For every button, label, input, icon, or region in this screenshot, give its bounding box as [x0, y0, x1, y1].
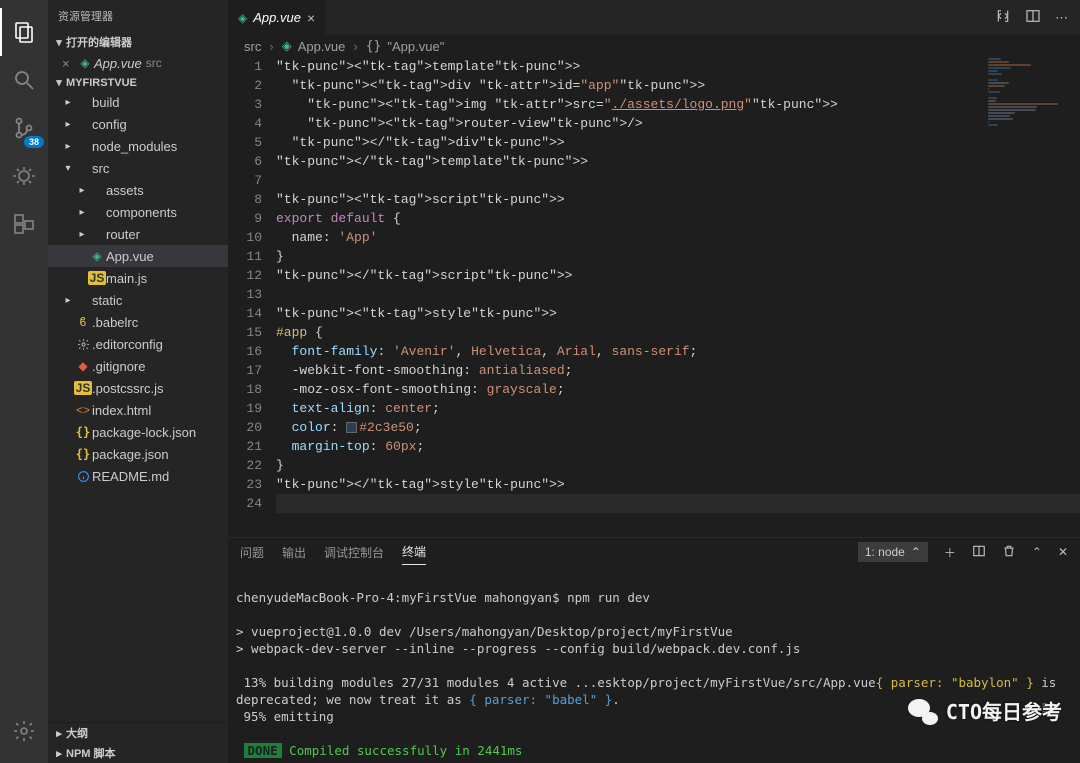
- settings-gear-icon[interactable]: [0, 707, 48, 755]
- code-content[interactable]: "tk-punc"><"tk-tag">template"tk-punc">> …: [276, 57, 1080, 537]
- chevron-right-icon: ›: [353, 39, 357, 54]
- file-tree: ▸build▸config▸node_modules▾src▸assets▸co…: [48, 91, 228, 722]
- file-item[interactable]: {}package.json: [48, 443, 228, 465]
- chevron-right-icon: ▸: [52, 727, 66, 740]
- json-icon: {}: [74, 425, 92, 439]
- folder-item[interactable]: ▸build: [48, 91, 228, 113]
- explorer-sidebar: 资源管理器 ▾ 打开的编辑器 × ◈ App.vue src ▾ MYFIRST…: [48, 0, 228, 763]
- minimap[interactable]: [984, 57, 1080, 257]
- open-editors-header[interactable]: ▾ 打开的编辑器: [48, 32, 228, 52]
- trash-icon[interactable]: [1002, 544, 1016, 561]
- outline-header[interactable]: ▸ 大纲: [48, 723, 228, 743]
- file-item[interactable]: <>index.html: [48, 399, 228, 421]
- code-editor[interactable]: 123456789101112131415161718192021222324 …: [228, 57, 1080, 537]
- babel-icon: ϐ: [74, 315, 92, 329]
- vue-file-icon: ◈: [76, 56, 94, 70]
- chevron-down-icon: ▾: [52, 76, 66, 89]
- chevron-icon: ▸: [76, 185, 88, 196]
- file-item[interactable]: JS.postcssrc.js: [48, 377, 228, 399]
- file-item[interactable]: ◆.gitignore: [48, 355, 228, 377]
- scm-badge: 38: [24, 136, 44, 148]
- file-item[interactable]: {}package-lock.json: [48, 421, 228, 443]
- vue-file-icon: ◈: [282, 38, 292, 54]
- new-terminal-icon[interactable]: ＋: [944, 544, 956, 561]
- folder-item[interactable]: ▸config: [48, 113, 228, 135]
- chevron-icon: ▸: [62, 119, 74, 130]
- split-editor-icon[interactable]: [1025, 8, 1041, 27]
- wechat-icon: [908, 699, 938, 725]
- md-icon: [74, 470, 92, 483]
- tab-problems[interactable]: 问题: [240, 540, 264, 565]
- close-panel-icon[interactable]: ✕: [1058, 545, 1068, 559]
- json-icon: {}: [74, 447, 92, 461]
- tab-bar: ◈ App.vue × ⋯: [228, 0, 1080, 35]
- chevron-right-icon: ›: [269, 39, 273, 54]
- compare-changes-icon[interactable]: [995, 8, 1011, 27]
- js-icon: JS: [88, 271, 106, 285]
- chevron-icon: ▸: [62, 97, 74, 108]
- project-header[interactable]: ▾ MYFIRSTVUE: [48, 74, 228, 91]
- source-control-icon[interactable]: 38: [0, 104, 48, 152]
- workbench: 38 资源管理器 ▾ 打开的编辑器 × ◈ App.vue src ▾ MYFI…: [0, 0, 1080, 763]
- tab-debug-console[interactable]: 调试控制台: [324, 540, 384, 565]
- chevron-updown-icon: ⌃: [911, 545, 921, 559]
- file-item[interactable]: .editorconfig: [48, 333, 228, 355]
- search-icon[interactable]: [0, 56, 48, 104]
- folder-item[interactable]: ▸node_modules: [48, 135, 228, 157]
- explorer-icon[interactable]: [0, 8, 48, 56]
- chevron-icon: ▾: [62, 163, 74, 174]
- html-icon: <>: [74, 403, 92, 417]
- editor-group: ◈ App.vue × ⋯ src › ◈ App.vue › {} "App.…: [228, 0, 1080, 763]
- file-item[interactable]: JSmain.js: [48, 267, 228, 289]
- folder-item[interactable]: ▾src: [48, 157, 228, 179]
- git-icon: ◆: [74, 359, 92, 373]
- chevron-down-icon: ▾: [52, 36, 66, 49]
- file-item[interactable]: README.md: [48, 465, 228, 487]
- js-icon: JS: [74, 381, 92, 395]
- panel: 问题 输出 调试控制台 终端 1: node ⌃ ＋ ⌃ ✕ chenyudeM…: [228, 537, 1080, 763]
- vue-icon: ◈: [88, 249, 106, 263]
- maximize-panel-icon[interactable]: ⌃: [1032, 545, 1042, 559]
- close-icon[interactable]: ×: [307, 10, 315, 26]
- tab-app-vue[interactable]: ◈ App.vue ×: [228, 0, 326, 35]
- tab-output[interactable]: 输出: [282, 540, 306, 565]
- vue-file-icon: ◈: [238, 11, 247, 25]
- sidebar-title: 资源管理器: [48, 0, 228, 32]
- watermark: CTO每日参考: [908, 699, 1062, 725]
- folder-item[interactable]: ▸router: [48, 223, 228, 245]
- terminal-selector[interactable]: 1: node ⌃: [858, 542, 928, 562]
- folder-item[interactable]: ▸assets: [48, 179, 228, 201]
- split-terminal-icon[interactable]: [972, 544, 986, 561]
- chevron-icon: ▸: [62, 295, 74, 306]
- chevron-icon: ▸: [76, 229, 88, 240]
- panel-tabs: 问题 输出 调试控制台 终端 1: node ⌃ ＋ ⌃ ✕: [228, 538, 1080, 566]
- position-number: 59: [1042, 700, 1056, 717]
- line-numbers: 123456789101112131415161718192021222324: [228, 57, 276, 537]
- npm-scripts-header[interactable]: ▸ NPM 脚本: [48, 743, 228, 763]
- close-icon[interactable]: ×: [62, 56, 76, 71]
- done-badge: DONE: [244, 743, 282, 758]
- activity-bar: 38: [0, 0, 48, 763]
- chevron-icon: ▸: [76, 207, 88, 218]
- folder-item[interactable]: ▸components: [48, 201, 228, 223]
- extensions-icon[interactable]: [0, 200, 48, 248]
- chevron-icon: ▸: [62, 141, 74, 152]
- breadcrumb[interactable]: src › ◈ App.vue › {} "App.vue": [228, 35, 1080, 57]
- terminal[interactable]: chenyudeMacBook-Pro-4:myFirstVue mahongy…: [228, 566, 1080, 763]
- debug-icon[interactable]: [0, 152, 48, 200]
- folder-item[interactable]: ▸static: [48, 289, 228, 311]
- braces-icon: {}: [366, 39, 382, 54]
- file-item[interactable]: ϐ.babelrc: [48, 311, 228, 333]
- config-icon: [74, 338, 92, 351]
- chevron-right-icon: ▸: [52, 747, 66, 760]
- file-item[interactable]: ◈App.vue: [48, 245, 228, 267]
- tab-terminal[interactable]: 终端: [402, 539, 426, 565]
- open-editor-item[interactable]: × ◈ App.vue src: [48, 52, 228, 74]
- more-actions-icon[interactable]: ⋯: [1055, 10, 1068, 26]
